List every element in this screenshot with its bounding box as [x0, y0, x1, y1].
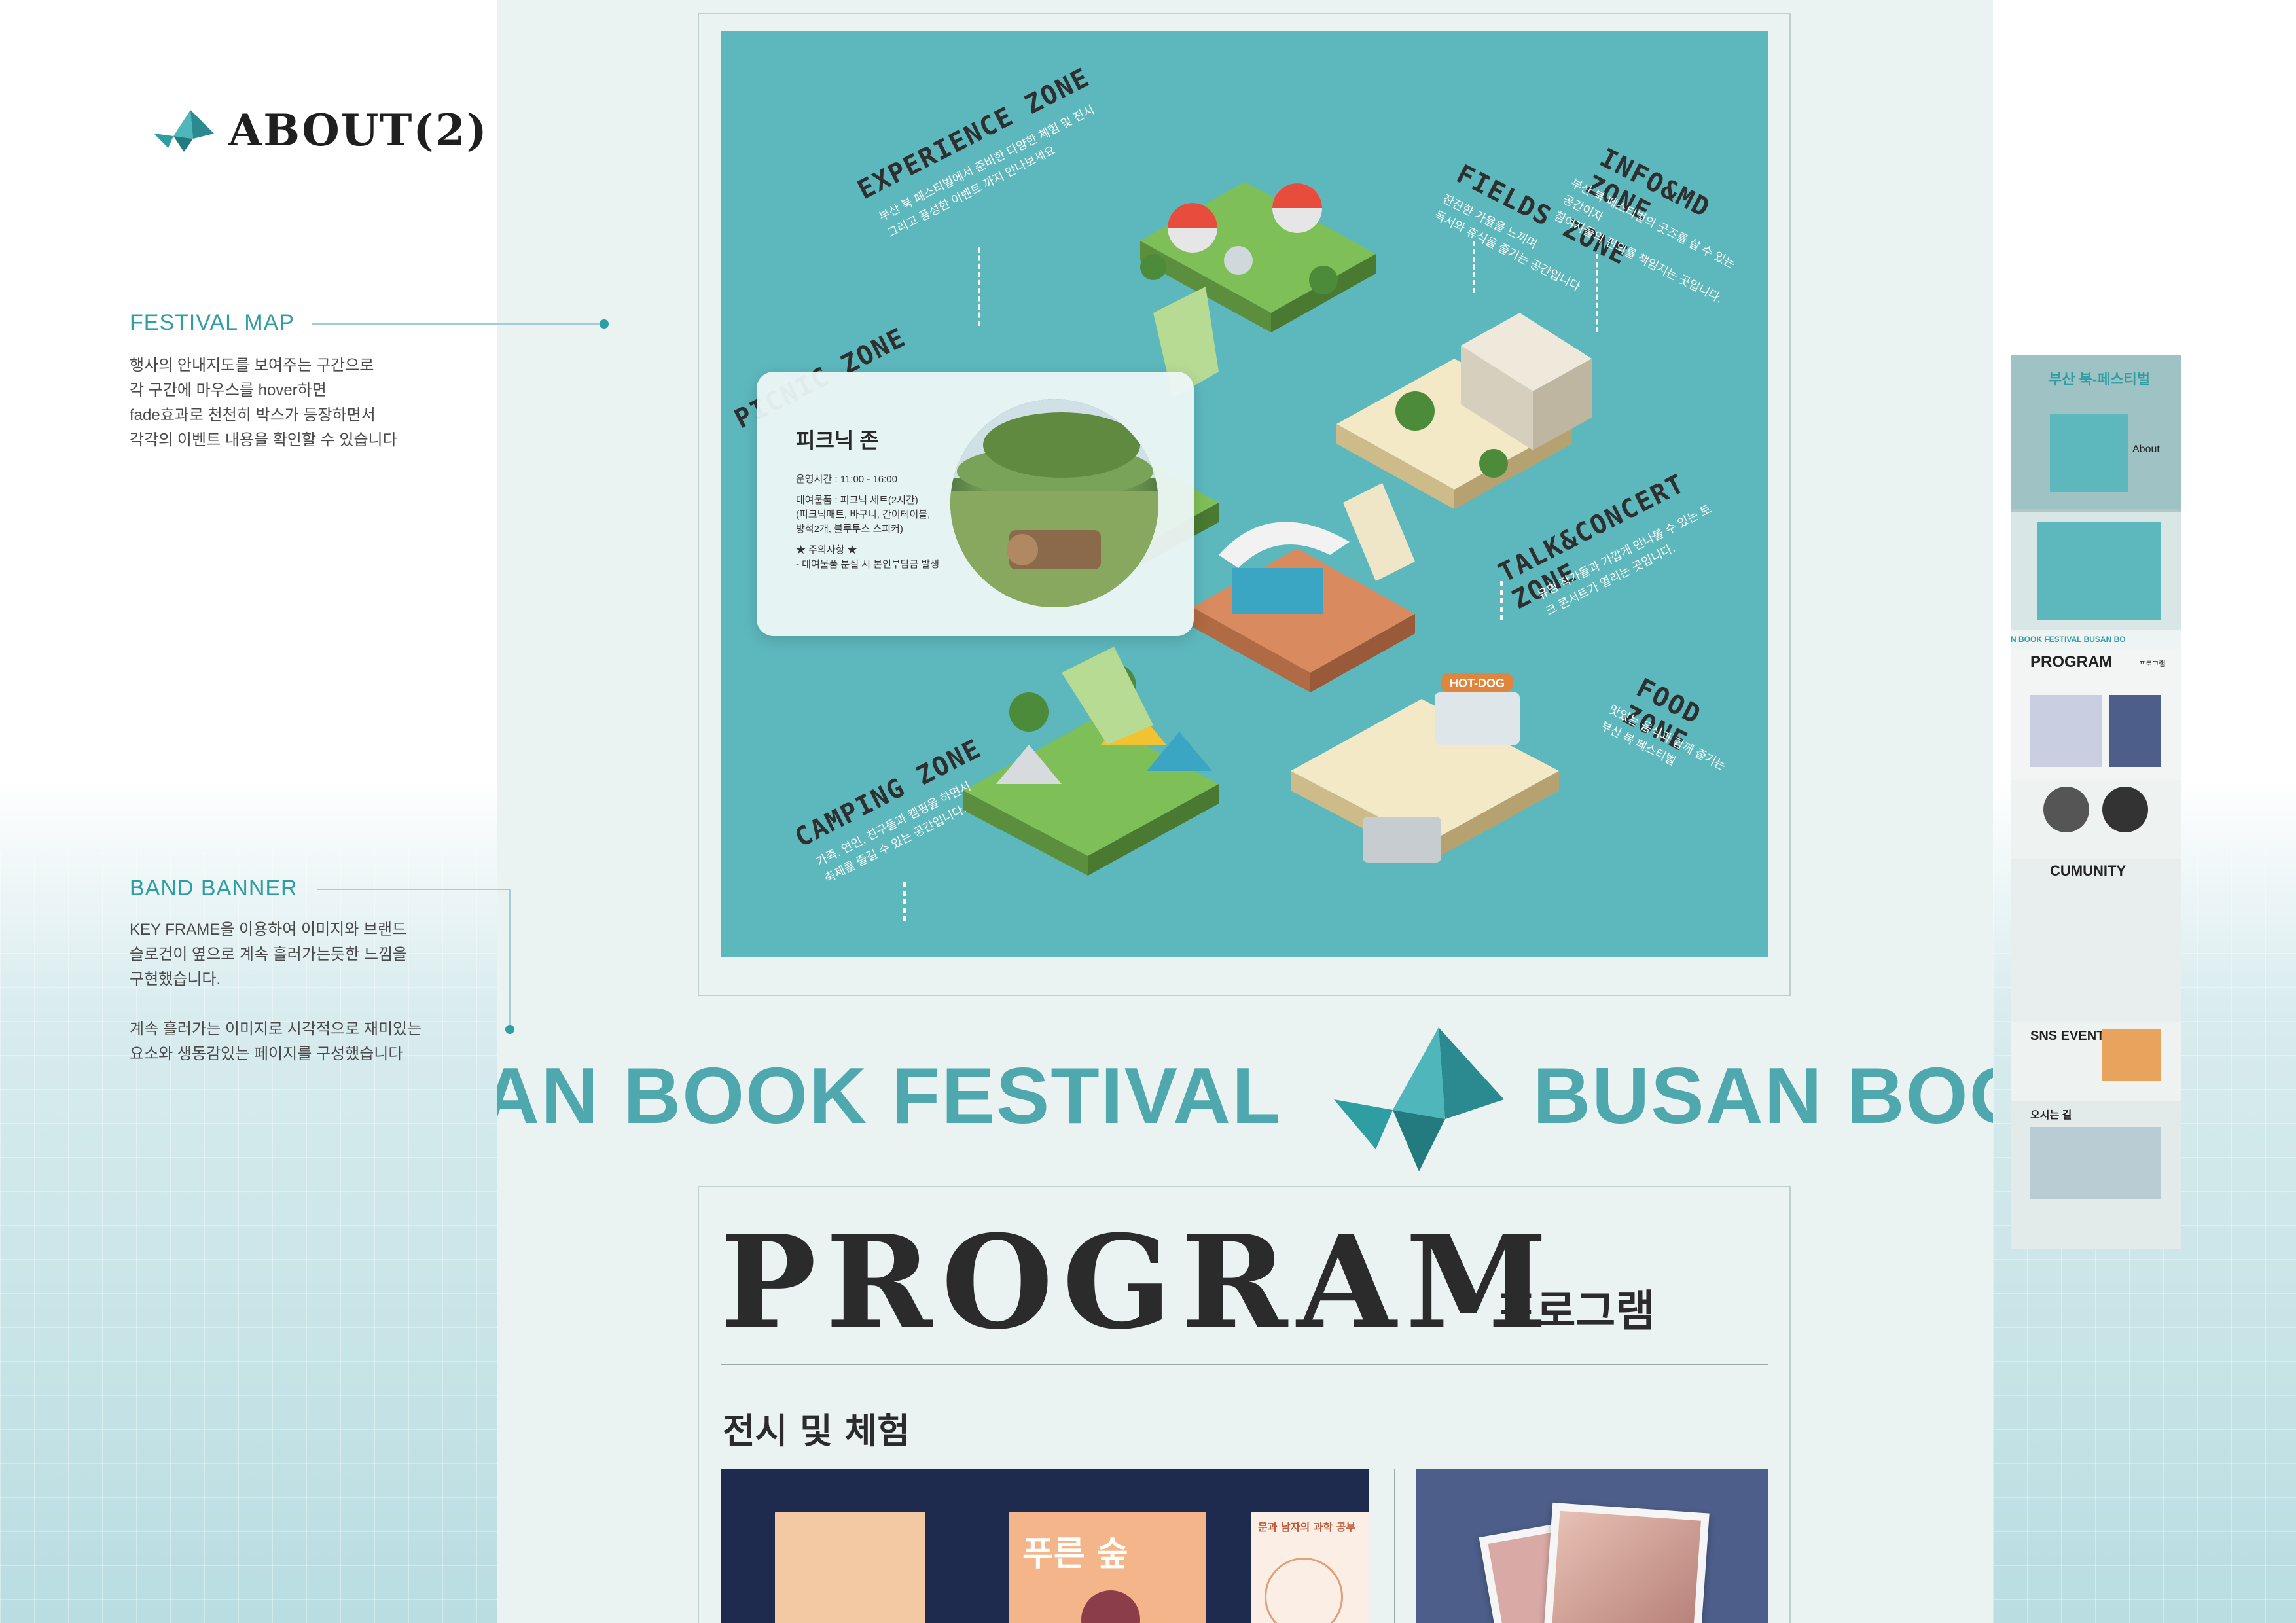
preview-band: N BOOK FESTIVAL BUSAN BO [2011, 630, 2181, 649]
popover-hours: 운영시간 : 11:00 - 16:00 [796, 474, 897, 485]
preview-map-section [2011, 512, 2181, 630]
zone-pointer-line [903, 882, 906, 921]
polaroid-photo [1542, 1502, 1710, 1623]
food-zone-area[interactable]: HOT-DOG [1291, 673, 1559, 863]
preview-band-text: N BOOK FESTIVAL BUSAN BO [2011, 635, 2126, 644]
picnic-photo [950, 399, 1158, 607]
note-connector-line [317, 889, 511, 890]
note-line-text: KEY FRAME을 이용하여 이미지와 브랜드 [130, 921, 407, 938]
zone-pointer-line [1473, 241, 1475, 293]
note-line-text: 계속 흘러가는 이미지로 시각적으로 재미있는 [130, 1020, 422, 1038]
note-line-text: 요소와 생동감있는 페이지를 구성했습니다 [130, 1045, 403, 1063]
preview-speakers [2011, 780, 2181, 859]
book-illustration [1081, 1590, 1140, 1623]
preview-program: PROGRAM 프로그램 [2011, 649, 2181, 780]
zone-pointer-line [1500, 581, 1503, 620]
note-line-text: fade효과로 천천히 박스가 등장하면서 [130, 406, 376, 424]
exhibition-books-panel[interactable]: 푸른 숲 문과 남자의 과학 공부 [721, 1469, 1369, 1623]
preview-title: 부산 북-페스티벌 [2049, 371, 2151, 387]
crane-logo-icon [1334, 1027, 1504, 1171]
band-banner-note-body: KEY FRAME을 이용하여 이미지와 브랜드 슬로건이 옆으로 계속 흘러가… [130, 918, 422, 1067]
book-cover[interactable]: 푸른 숲 [1009, 1512, 1206, 1623]
popover-rental-line: 방석2개, 블루투스 스피커) [796, 524, 903, 535]
preview-map-thumb [2050, 414, 2128, 492]
preview-about: About [2132, 444, 2160, 455]
note-connector-line [312, 323, 603, 325]
popover-rental: 대여물품 : 피크닉 세트(2시간) (피크닉매트, 바구니, 간이테이블, 방… [796, 493, 930, 537]
festival-map-note-body: 행사의 안내지도를 보여주는 구간으로 각 구간에 마우스를 hover하면 f… [130, 353, 397, 453]
festival-map-note-title: FESTIVAL MAP [130, 310, 295, 335]
preview-sns: SNS EVENT [2011, 1022, 2181, 1101]
preview-community-title: CUMUNITY [2050, 863, 2126, 879]
popover-title: 피크닉 존 [796, 429, 879, 452]
note-line-text: 구현했습니다. [130, 971, 221, 988]
program-divider [721, 1364, 1768, 1365]
preview-location: 오시는 길 [2011, 1101, 2181, 1249]
zone-pointer-line [978, 247, 980, 326]
popover-rental-line: 대여물품 : 피크닉 세트(2시간) [796, 495, 918, 506]
full-page-preview[interactable]: 부산 북-페스티벌 About N BOOK FESTIVAL BUSAN BO… [2011, 355, 2181, 1249]
note-spacer [130, 992, 422, 1017]
popover-notice: ★ 주의사항 ★ - 대여물품 분실 시 본인부담금 발생 [796, 543, 939, 572]
program-category: 전시 및 체험 [723, 1410, 910, 1452]
preview-sns-title: SNS EVENT [2030, 1029, 2105, 1043]
program-subtitle: 프로그램 [1496, 1286, 1655, 1336]
crane-logo-icon [154, 110, 214, 152]
note-line-text: 행사의 안내지도를 보여주는 구간으로 [130, 357, 374, 374]
book-title: 문과 남자의 과학 공부 [1258, 1521, 1356, 1533]
band-banner: AN BOOK FESTIVAL BUSAN BOO [497, 1008, 1993, 1178]
note-line-text: 각각의 이벤트 내용을 확인할 수 있습니다 [130, 431, 397, 449]
band-text-left: AN BOOK FESTIVAL [497, 1051, 1282, 1140]
zone-pointer-line [1596, 254, 1598, 332]
preview-community: CUMUNITY [2011, 859, 2181, 1022]
preview-map-thumb [2037, 522, 2161, 620]
popover-notice-text: - 대여물품 분실 시 본인부담금 발생 [796, 559, 940, 570]
page-title: ABOUT(2) [228, 105, 488, 156]
food-truck-sign: HOT-DOG [1450, 677, 1505, 690]
preview-program-title: PROGRAM [2030, 653, 2113, 671]
preview-location-title: 오시는 길 [2030, 1110, 2072, 1121]
note-connector-dot [600, 319, 609, 329]
program-title: PROGRAM [720, 1207, 1557, 1358]
note-line-text: 슬로건이 옆으로 계속 흘러가는듯한 느낌을 [130, 946, 408, 963]
note-line-text: 각 구간에 마우스를 hover하면 [130, 382, 327, 399]
popover-notice-title: ★ 주의사항 ★ [796, 544, 857, 556]
book-illustration [1265, 1558, 1343, 1623]
book-cover[interactable] [775, 1512, 925, 1623]
experience-photo-panel[interactable] [1416, 1469, 1768, 1623]
book-title: 푸른 숲 [1022, 1534, 1128, 1574]
band-text-right: BUSAN BOO [1533, 1051, 1993, 1140]
page-heading: ABOUT(2) [154, 105, 488, 156]
popover-rental-line: (피크닉매트, 바구니, 간이테이블, [796, 509, 931, 520]
program-column-divider [1394, 1469, 1395, 1623]
band-banner-note-title: BAND BANNER [130, 876, 298, 901]
preview-program-sub: 프로그램 [2139, 660, 2166, 668]
info-md-zone-area[interactable] [1336, 313, 1592, 509]
picnic-zone-popover: 피크닉 존 운영시간 : 11:00 - 16:00 대여물품 : 피크닉 세트… [757, 372, 1194, 636]
book-cover[interactable]: 문과 남자의 과학 공부 [1251, 1512, 1369, 1623]
stairs [1343, 483, 1415, 581]
preview-header: 부산 북-페스티벌 About [2011, 355, 2181, 509]
